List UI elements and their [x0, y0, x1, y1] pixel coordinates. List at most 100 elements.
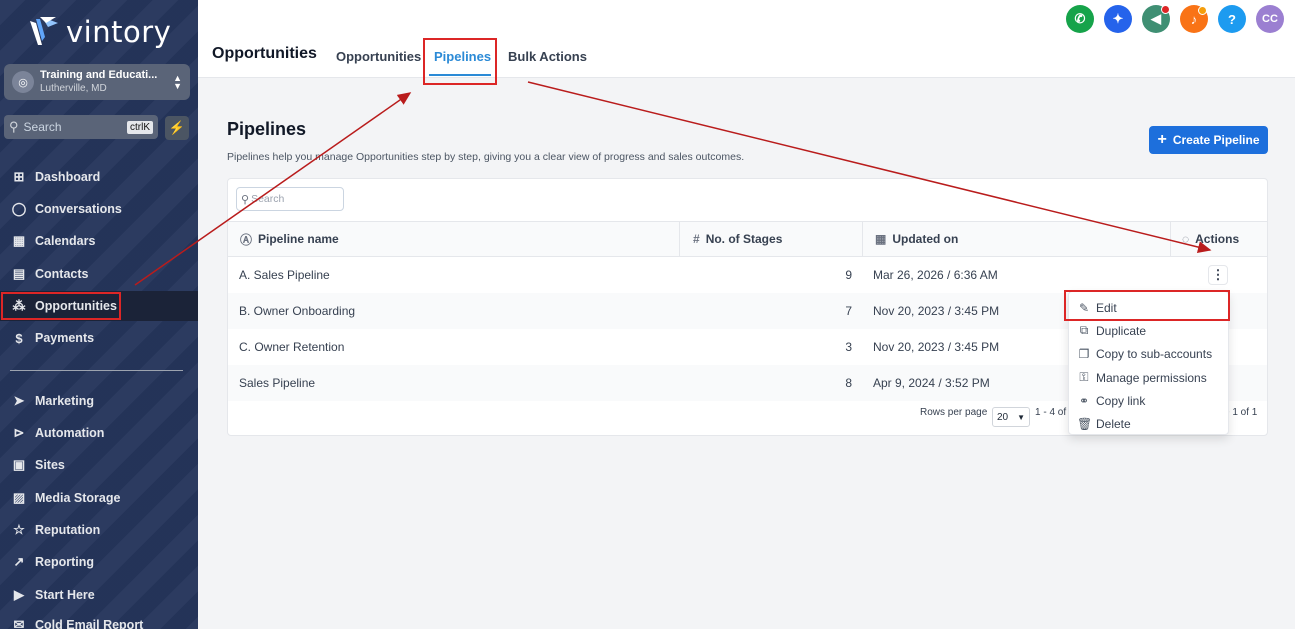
- highlight-box: [423, 38, 497, 85]
- phone-icon[interactable]: ✆: [1066, 5, 1094, 33]
- table-search-placeholder: Search: [251, 193, 285, 205]
- account-switcher[interactable]: ◎ Training and Educati... Lutherville, M…: [4, 64, 190, 100]
- hash-icon: #: [693, 232, 700, 246]
- play-icon: ▶: [14, 587, 24, 602]
- quick-action-bolt-icon[interactable]: ⚡: [165, 116, 189, 140]
- trend-icon: ↗: [13, 554, 25, 569]
- sidebar-item-label: Payments: [35, 331, 95, 345]
- notification-dot: [1198, 6, 1207, 15]
- tab-bulk-actions[interactable]: Bulk Actions: [508, 49, 587, 64]
- column-header-name[interactable]: Ⓐ Pipeline name: [240, 222, 339, 256]
- sidebar-item-sites[interactable]: ▣ Sites: [0, 450, 198, 480]
- menu-item-duplicate[interactable]: ⧉ Duplicate: [1069, 319, 1228, 342]
- sidebar-item-reporting[interactable]: ↗ Reporting: [0, 547, 198, 577]
- create-pipeline-button[interactable]: + Create Pipeline: [1149, 126, 1268, 154]
- image-icon: ▨: [12, 490, 26, 505]
- column-header-updated[interactable]: ▦ Updated on: [875, 222, 958, 256]
- menu-item-label: Copy to sub-accounts: [1096, 346, 1213, 361]
- pipeline-name[interactable]: Sales Pipeline: [239, 365, 315, 401]
- search-shortcut: ctrlK: [127, 120, 153, 134]
- search-icon: ⚲: [9, 119, 19, 134]
- sidebar-search[interactable]: ⚲ Search ctrlK: [4, 115, 158, 139]
- key-icon: ⚿: [1079, 370, 1089, 384]
- create-pipeline-label: Create Pipeline: [1172, 133, 1260, 147]
- account-location: Lutherville, MD: [40, 83, 107, 94]
- column-separator: [1170, 222, 1171, 256]
- sidebar-item-dashboard[interactable]: ⊞ Dashboard: [0, 162, 198, 192]
- updated-on: Nov 20, 2023 / 3:45 PM: [873, 340, 1000, 354]
- user-avatar[interactable]: CC: [1256, 5, 1284, 33]
- sidebar-item-label: Conversations: [35, 202, 122, 216]
- logo-text: vintory: [66, 15, 172, 49]
- sidebar-item-automation[interactable]: ⊳ Automation: [0, 418, 198, 448]
- sidebar-item-label: Cold Email Report: [35, 618, 144, 629]
- contacts-icon: ▤: [12, 266, 26, 281]
- pipeline-name[interactable]: B. Owner Onboarding: [239, 293, 355, 329]
- menu-item-copy-to-sub-accounts[interactable]: ❐ Copy to sub-accounts: [1069, 342, 1228, 365]
- updated-on: Mar 26, 2026 / 6:36 AM: [873, 268, 998, 282]
- chevron-down-icon: ▼: [1017, 412, 1025, 422]
- sidebar-item-label: Marketing: [35, 394, 95, 408]
- search-placeholder: Search: [23, 120, 62, 134]
- mail-icon: ✉: [13, 617, 25, 629]
- trash-icon: 🗑: [1077, 416, 1093, 431]
- menu-item-label: Delete: [1096, 416, 1131, 431]
- help-icon[interactable]: ?: [1218, 5, 1246, 33]
- ai-sparkle-icon[interactable]: ✦: [1104, 5, 1132, 33]
- sidebar-item-label: Contacts: [35, 267, 89, 281]
- rows-per-page-value: 20: [997, 411, 1009, 423]
- sidebar-item-media-storage[interactable]: ▨ Media Storage: [0, 483, 198, 513]
- stage-count: 7: [845, 304, 852, 318]
- account-name: Training and Educati...: [40, 69, 158, 81]
- sidebar-item-reputation[interactable]: ☆ Reputation: [0, 515, 198, 545]
- sidebar-item-label: Start Here: [35, 588, 95, 602]
- menu-item-label: Manage permissions: [1096, 370, 1207, 385]
- pager-range: 1 - 4 of: [1035, 407, 1067, 418]
- sidebar-item-conversations[interactable]: ◯ Conversations: [0, 194, 198, 224]
- table-search-input[interactable]: ⚲ Search: [236, 187, 344, 211]
- send-icon: ➤: [13, 393, 25, 408]
- section-description: Pipelines help you manage Opportunities …: [227, 151, 745, 163]
- table-row[interactable]: A. Sales Pipeline 9 Mar 26, 2026 / 6:36 …: [228, 257, 1267, 293]
- sidebar-item-payments[interactable]: $ Payments: [0, 323, 198, 353]
- payments-icon: $: [15, 330, 23, 346]
- search-icon: ⚲: [241, 193, 250, 206]
- rows-per-page-select[interactable]: 20 ▼: [992, 407, 1030, 427]
- calendar-icon: ▦: [12, 233, 26, 248]
- menu-item-copy-link[interactable]: ⚭ Copy link: [1069, 389, 1228, 412]
- row-actions-kebab-icon[interactable]: ⋮: [1208, 265, 1228, 285]
- menu-item-delete[interactable]: 🗑 Delete: [1069, 412, 1228, 435]
- section-title: Pipelines: [227, 119, 307, 139]
- column-header-label: No. of Stages: [705, 232, 783, 246]
- sidebar-item-label: Sites: [35, 458, 65, 472]
- pipeline-name[interactable]: A. Sales Pipeline: [239, 257, 330, 293]
- sidebar-item-calendars[interactable]: ▦ Calendars: [0, 226, 198, 256]
- sidebar: vintory ◎ Training and Educati... Luther…: [0, 0, 198, 629]
- plus-icon: +: [1157, 131, 1167, 148]
- sidebar-item-cold-email-report[interactable]: ✉ Cold Email Report: [0, 610, 198, 629]
- column-header-label: Actions: [1195, 232, 1240, 246]
- sites-icon: ▣: [12, 457, 26, 472]
- sidebar-item-label: Automation: [35, 426, 105, 440]
- pipeline-name[interactable]: C. Owner Retention: [239, 329, 344, 365]
- updated-on: Nov 20, 2023 / 3:45 PM: [873, 304, 1000, 318]
- star-icon: ☆: [13, 522, 25, 537]
- highlight-box: [1064, 290, 1230, 321]
- menu-item-manage-permissions[interactable]: ⚿ Manage permissions: [1069, 366, 1228, 389]
- copy-icon: ❐: [1078, 346, 1090, 361]
- vintory-logo-icon: [30, 17, 58, 45]
- menu-item-label: Copy link: [1096, 393, 1146, 408]
- column-header-stages[interactable]: # No. of Stages: [693, 222, 782, 256]
- stage-count: 3: [845, 340, 852, 354]
- notification-dot: [1161, 5, 1170, 14]
- sidebar-item-start-here[interactable]: ▶ Start Here: [0, 580, 198, 610]
- sidebar-item-opportunities[interactable]: ⁂ Opportunities: [0, 291, 198, 321]
- sidebar-divider: [10, 370, 183, 371]
- chevron-updown-icon: ▲ ▼: [173, 73, 182, 91]
- sidebar-item-label: Dashboard: [35, 170, 101, 184]
- logo[interactable]: vintory: [28, 12, 171, 52]
- sidebar-item-marketing[interactable]: ➤ Marketing: [0, 386, 198, 416]
- menu-item-label: Duplicate: [1096, 323, 1147, 338]
- tab-opportunities[interactable]: Opportunities: [336, 49, 421, 64]
- sidebar-item-contacts[interactable]: ▤ Contacts: [0, 259, 198, 289]
